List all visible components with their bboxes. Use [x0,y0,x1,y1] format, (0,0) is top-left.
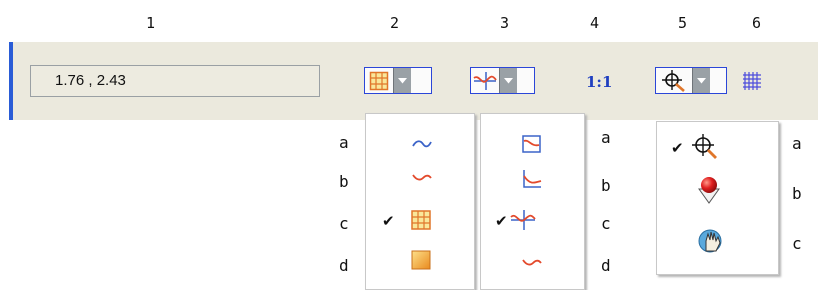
column-number-1: 1 [146,14,156,32]
menu2-item-d[interactable] [521,251,543,273]
grid-lines-icon[interactable] [742,72,762,90]
menu1-item-c[interactable] [410,209,432,231]
crosshair-zoom-icon[interactable] [690,132,720,162]
row-letter-b: b [601,176,611,195]
column-number-5: 5 [678,14,688,32]
aspect-ratio-label[interactable]: 1:1 [586,73,612,91]
menu1-item-b[interactable] [411,166,433,188]
menu2-item-c[interactable] [510,209,536,231]
menu2-item-a[interactable] [521,133,543,155]
menu1-item-d[interactable] [410,249,432,271]
chevron-down-icon[interactable] [393,68,411,93]
check-icon: ✔ [495,212,508,230]
chevron-down-icon[interactable] [499,68,517,93]
pan-hand-icon[interactable] [696,226,726,256]
column-number-2: 2 [390,14,400,32]
grid-style-combo[interactable] [364,67,432,94]
row-letter-c: c [339,214,349,233]
chevron-down-icon[interactable] [692,68,710,93]
row-letter-a: a [792,134,802,153]
check-icon: ✔ [671,139,684,157]
grid-icon [365,68,393,93]
row-letter-a: a [601,128,611,147]
column-number-6: 6 [752,14,762,32]
crosshair-zoom-icon [656,68,692,93]
tool-combo[interactable] [655,67,727,94]
column-number-4: 4 [590,14,600,32]
row-letter-d: d [601,256,611,275]
coordinate-field[interactable]: 1.76 , 2.43 [30,65,320,97]
row-letter-a: a [339,133,349,152]
red-pin-icon[interactable] [696,175,722,205]
check-icon: ✔ [382,212,395,230]
row-letter-b: b [339,172,349,191]
axes-cross-icon [471,68,499,93]
row-letter-d: d [339,256,349,275]
column-number-3: 3 [500,14,510,32]
row-letter-b: b [792,184,802,203]
axis-style-combo[interactable] [470,67,535,94]
menu2-item-b[interactable] [521,168,543,190]
row-letter-c: c [601,214,611,233]
row-letter-c: c [792,234,802,253]
menu1-item-a[interactable] [411,133,433,155]
